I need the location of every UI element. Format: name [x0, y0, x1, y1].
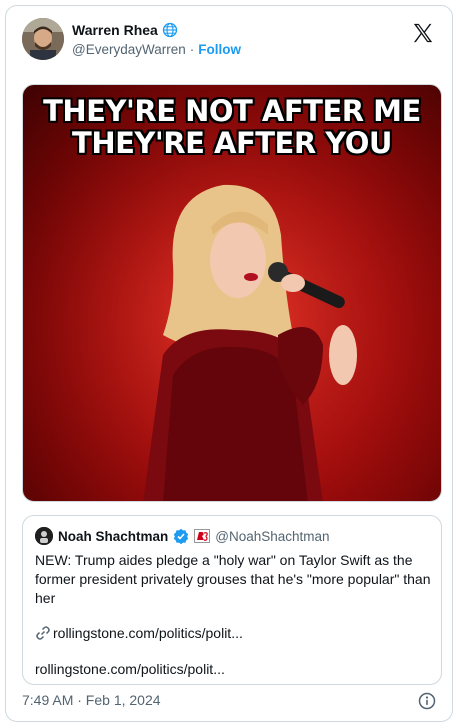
avatar-image — [22, 18, 64, 60]
quoted-tweet[interactable]: Noah Shachtman @NoahShachtman NEW: Trump… — [22, 515, 442, 685]
quoted-inline-link-text[interactable]: rollingstone.com/politics/polit... — [53, 625, 243, 641]
tweet-timestamp[interactable]: 7:49 AM · Feb 1, 2024 — [22, 692, 161, 708]
meme-caption-line2: THEY'RE AFTER YOU — [72, 126, 392, 160]
meme-caption-line1: THEY'RE NOT AFTER ME — [43, 94, 421, 128]
author-display-name[interactable]: Warren Rhea — [72, 22, 158, 38]
author-name-row: Warren Rhea — [72, 22, 178, 38]
follow-button[interactable]: Follow — [198, 42, 241, 57]
tweet-card: Warren Rhea @EverydayWarren · Follow THE… — [5, 5, 453, 722]
quoted-avatar[interactable] — [35, 527, 53, 545]
tweet-header: Warren Rhea @EverydayWarren · Follow — [22, 18, 438, 66]
author-handle[interactable]: @EverydayWarren — [72, 42, 186, 57]
quoted-header: Noah Shachtman @NoahShachtman — [35, 527, 330, 545]
avatar[interactable] — [22, 18, 64, 60]
quoted-text: NEW: Trump aides pledge a "holy war" on … — [35, 552, 431, 606]
globe-icon — [162, 22, 178, 38]
quoted-display-name[interactable]: Noah Shachtman — [58, 529, 168, 544]
info-icon[interactable] — [418, 692, 436, 710]
quoted-inline-link[interactable]: rollingstone.com/politics/polit... — [35, 625, 243, 641]
link-icon — [35, 625, 51, 641]
author-handle-row: @EverydayWarren · Follow — [72, 42, 241, 57]
rolling-stone-affiliate-icon — [194, 529, 211, 543]
x-logo-icon[interactable] — [412, 22, 434, 44]
verified-badge-icon — [173, 528, 189, 545]
quoted-link-card[interactable]: rollingstone.com/politics/polit... — [35, 661, 225, 677]
tweet-image[interactable]: THEY'RE NOT AFTER ME THEY'RE AFTER YOU — [22, 84, 442, 502]
separator-dot: · — [189, 42, 195, 57]
quoted-handle[interactable]: @NoahShachtman — [215, 529, 329, 544]
